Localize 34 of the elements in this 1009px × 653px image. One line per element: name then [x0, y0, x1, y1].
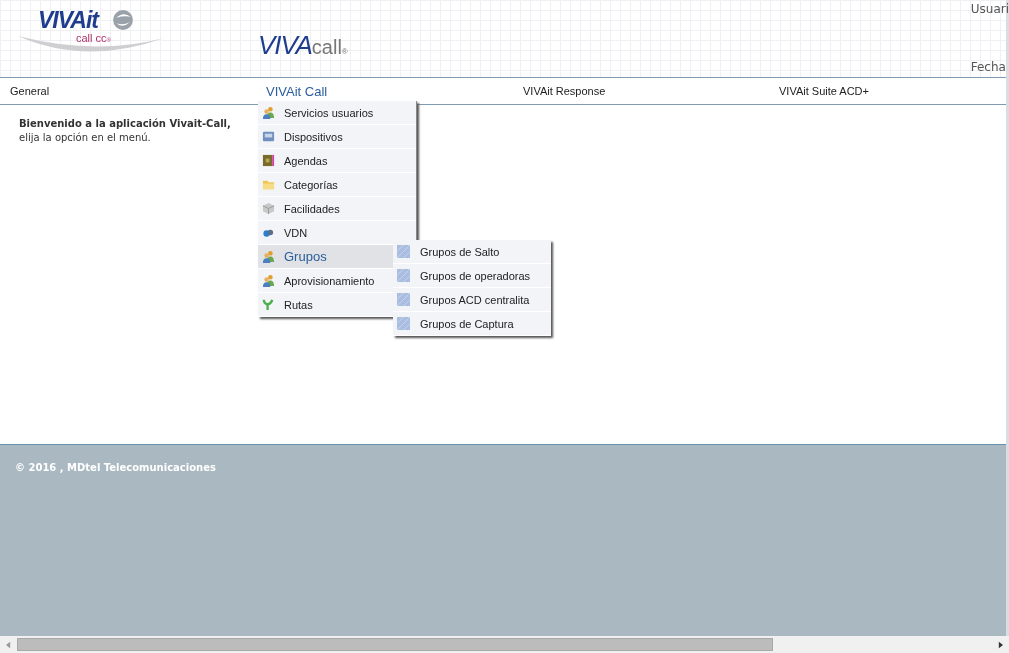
welcome-title: Bienvenido a la aplicación Vivait-Call,: [19, 117, 231, 131]
welcome-text: elija la opción en el menú.: [19, 131, 151, 145]
square-icon: [397, 269, 410, 282]
square-icon: [397, 245, 410, 258]
submenu-item[interactable]: Grupos de Salto: [393, 240, 551, 264]
users-icon: [262, 106, 275, 119]
menu-item[interactable]: Servicios usuarios: [258, 101, 416, 125]
square-icon: [397, 317, 410, 330]
app-logo: VIVAcall®: [258, 30, 348, 60]
submenu-item[interactable]: Grupos de Captura: [393, 312, 551, 336]
submenu-item[interactable]: Grupos de operadoras: [393, 264, 551, 288]
book-icon: [262, 154, 275, 167]
users-icon: [262, 250, 275, 263]
nav-tab[interactable]: VIVAit Response: [523, 85, 606, 97]
user-label: Usuari: [970, 2, 1009, 16]
menu-item[interactable]: Facilidades: [258, 197, 416, 221]
scroll-right-icon[interactable]: [998, 640, 1003, 649]
copyright-text: © 2016 , MDtel Telecomunicaciones: [15, 462, 216, 473]
menu-item[interactable]: Agendas: [258, 149, 416, 173]
device-icon: [262, 130, 275, 143]
scroll-left-icon[interactable]: [6, 640, 11, 649]
date-label: Fecha: [970, 60, 1007, 74]
users-icon: [262, 274, 275, 287]
submenu-item[interactable]: Grupos ACD centralita: [393, 288, 551, 312]
menu-item[interactable]: Dispositivos: [258, 125, 416, 149]
menu-item[interactable]: Categorías: [258, 173, 416, 197]
nav-tab[interactable]: VIVAit Call: [266, 83, 328, 99]
nav-tab[interactable]: VIVAit Suite ACD+: [779, 85, 869, 97]
cube-icon: [262, 202, 275, 215]
nav-tab[interactable]: General: [10, 85, 50, 97]
folder-icon: [262, 178, 275, 191]
plant-icon: [262, 298, 275, 311]
square-icon: [397, 293, 410, 306]
horizontal-scrollbar[interactable]: [0, 636, 1009, 653]
